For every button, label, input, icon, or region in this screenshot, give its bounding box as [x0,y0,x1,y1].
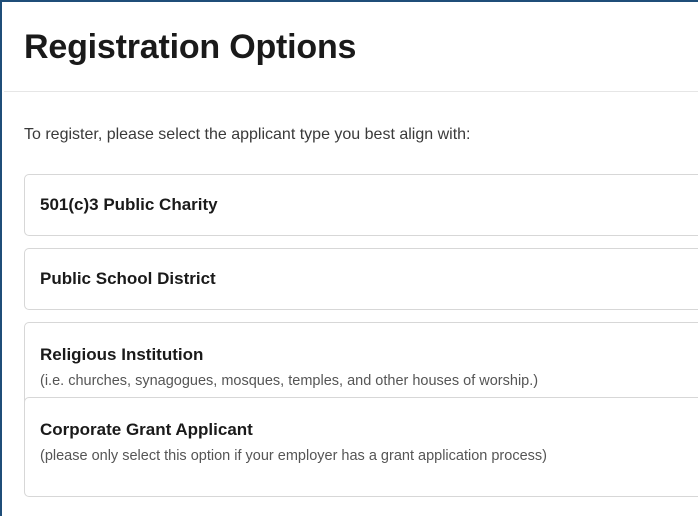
option-label: Religious Institution [40,345,204,364]
registration-panel: Registration Options To register, please… [0,0,698,516]
option-description: (i.e. churches, synagogues, mosques, tem… [40,373,539,389]
intro-text: To register, please select the applicant… [24,126,471,143]
option-label: Corporate Grant Applicant [40,420,253,439]
panel-header: Registration Options [4,4,698,92]
option-label: 501(c)3 Public Charity [40,195,218,214]
option-label: Public School District [40,269,216,288]
option-public-school-district[interactable]: Public School District [24,248,698,310]
option-public-charity[interactable]: 501(c)3 Public Charity [24,174,698,236]
page-title: Registration Options [24,28,357,66]
option-corporate-grant-applicant[interactable]: Corporate Grant Applicant (please only s… [24,397,698,497]
option-description: (please only select this option if your … [40,448,547,464]
